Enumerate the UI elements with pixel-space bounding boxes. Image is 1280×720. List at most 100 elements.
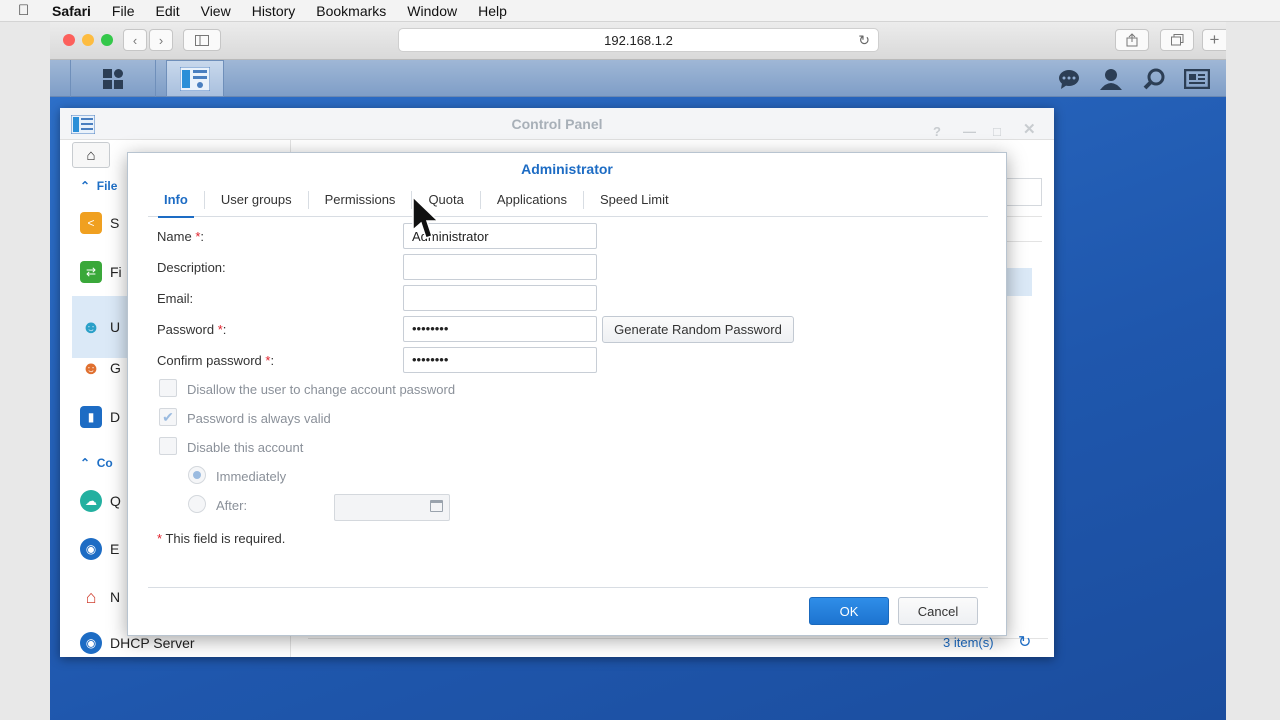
sidebar-section-label: Co [96,456,113,470]
sidebar-item-label: Fi [110,264,122,280]
main-menu-button[interactable] [70,60,156,97]
sidebar-icon[interactable] [183,29,221,51]
back-icon[interactable]: ‹ [123,29,147,51]
new-tab-icon[interactable]: + [1202,29,1226,51]
item-count: 3 item(s) [943,635,994,650]
reload-icon[interactable]: ↻ [858,32,870,49]
disable-account-checkbox[interactable] [159,437,177,455]
email-field[interactable] [403,285,597,311]
sidebar-item-label: D [110,409,121,425]
tab-info[interactable]: Info [148,190,205,218]
password-always-valid-label: Password is always valid [187,411,331,426]
description-field[interactable] [403,254,597,280]
url-text: 192.168.1.2 [604,32,673,48]
expiry-date-field[interactable] [334,494,450,521]
ok-button[interactable]: OK [809,597,889,625]
sidebar-item-label: U [110,319,121,335]
tabs-icon[interactable] [1160,29,1194,51]
menu-edit[interactable]: Edit [155,3,179,19]
control-panel-icon [180,66,210,91]
dialog-tabs: Info User groups Permissions Quota Appli… [148,183,988,218]
sidebar-item-label: Q [110,493,121,509]
zoom-window-icon[interactable] [101,34,113,46]
mouse-cursor-icon [412,196,436,239]
confirm-password-label: Confirm password *: [157,353,274,368]
dialog-title: Administrator [521,161,613,177]
refresh-icon[interactable]: ↻ [1018,632,1031,652]
home-icon[interactable]: ⌂ [72,142,110,168]
chevron-up-icon: ⌃ [80,179,91,193]
tab-speed-limit[interactable]: Speed Limit [584,191,685,209]
notification-icon[interactable] [1056,66,1082,92]
share-icon[interactable] [1115,29,1149,51]
tab-permissions[interactable]: Permissions [309,190,413,209]
menu-history[interactable]: History [252,3,296,19]
footer-divider [308,638,1048,639]
email-label: Email: [157,291,194,306]
minimize-window-icon[interactable] [82,34,94,46]
sidebar-section-file[interactable]: ⌃ File [80,179,117,193]
description-label: Description: [157,260,226,275]
label-colon: : [222,322,227,337]
password-always-valid-checkbox[interactable]: ✔ [159,408,177,426]
dhcp-server-icon: ◉ [80,632,102,654]
quickconnect-icon: ☁ [80,490,102,512]
tab-applications[interactable]: Applications [481,190,584,209]
disallow-password-change-checkbox[interactable] [159,379,177,397]
menu-help[interactable]: Help [478,3,507,19]
widgets-icon[interactable] [1183,66,1211,92]
safari-window: ‹ › 192.168.1.2 ↻ + Control Panel ? — □ … [50,22,1226,720]
after-label: After: [216,498,248,513]
sidebar-item-label: E [110,541,120,557]
generate-random-password-button[interactable]: Generate Random Password [602,316,794,343]
control-panel-taskbar-button[interactable] [166,60,224,97]
sidebar-item-label: G [110,360,121,376]
menu-view[interactable]: View [201,3,231,19]
immediately-radio[interactable] [188,466,206,484]
password-field[interactable]: •••••••• [403,316,597,342]
required-marker: * [157,531,163,546]
macos-menubar:  Safari File Edit View History Bookmark… [0,0,1280,22]
checkmark-icon: ✔ [162,408,174,425]
name-label-text: Name [157,229,192,244]
sidebar-item-label: N [110,589,121,605]
forward-icon[interactable]: › [149,29,173,51]
user-icon[interactable] [1098,66,1124,92]
apple-logo-icon[interactable]:  [18,2,36,19]
main-menu-icon [103,68,123,89]
confirm-password-field[interactable]: •••••••• [403,347,597,373]
label-colon: : [200,229,204,244]
dialog-footer-divider [148,587,988,588]
menu-safari[interactable]: Safari [52,3,91,19]
network-icon: ⌂ [85,586,97,607]
menu-file[interactable]: File [112,3,135,19]
disable-account-label: Disable this account [187,440,304,455]
control-panel-app-icon [71,115,95,134]
password-label-text: Password [157,322,215,337]
calendar-icon[interactable] [430,500,443,512]
sidebar-item-label: S [110,215,120,231]
immediately-label: Immediately [216,469,287,484]
name-label: Name *: [157,229,204,244]
control-panel-title: Control Panel [511,116,603,132]
external-access-icon: ◉ [80,538,102,560]
file-services-icon: ⇄ [80,261,102,283]
sidebar-section-label: File [96,179,118,193]
sidebar-section-connectivity[interactable]: ⌃ Co [80,456,113,470]
required-note: * This field is required. [157,531,285,546]
shared-folder-icon: < [80,212,102,234]
tab-user-groups[interactable]: User groups [205,190,309,209]
close-window-icon[interactable] [63,34,75,46]
after-radio[interactable] [188,495,206,513]
search-icon[interactable] [1141,66,1167,92]
dsm-desktop: Control Panel ? — □ ✕ ⌂ ⌃ File < S ⇄ Fi ☻ U… [50,97,1226,720]
control-panel-window: Control Panel ? — □ ✕ ⌂ ⌃ File < S ⇄ Fi ☻ U… [60,108,1054,657]
safari-toolbar: ‹ › 192.168.1.2 ↻ + [50,22,1226,60]
sidebar-item-label: DHCP Server [110,635,195,651]
cancel-button[interactable]: Cancel [898,597,978,625]
address-bar[interactable]: 192.168.1.2 ↻ [398,28,879,52]
menu-bookmarks[interactable]: Bookmarks [316,3,386,19]
user-icon: ☻ [81,316,101,337]
chevron-up-icon: ⌃ [80,456,91,470]
menu-window[interactable]: Window [407,3,457,19]
